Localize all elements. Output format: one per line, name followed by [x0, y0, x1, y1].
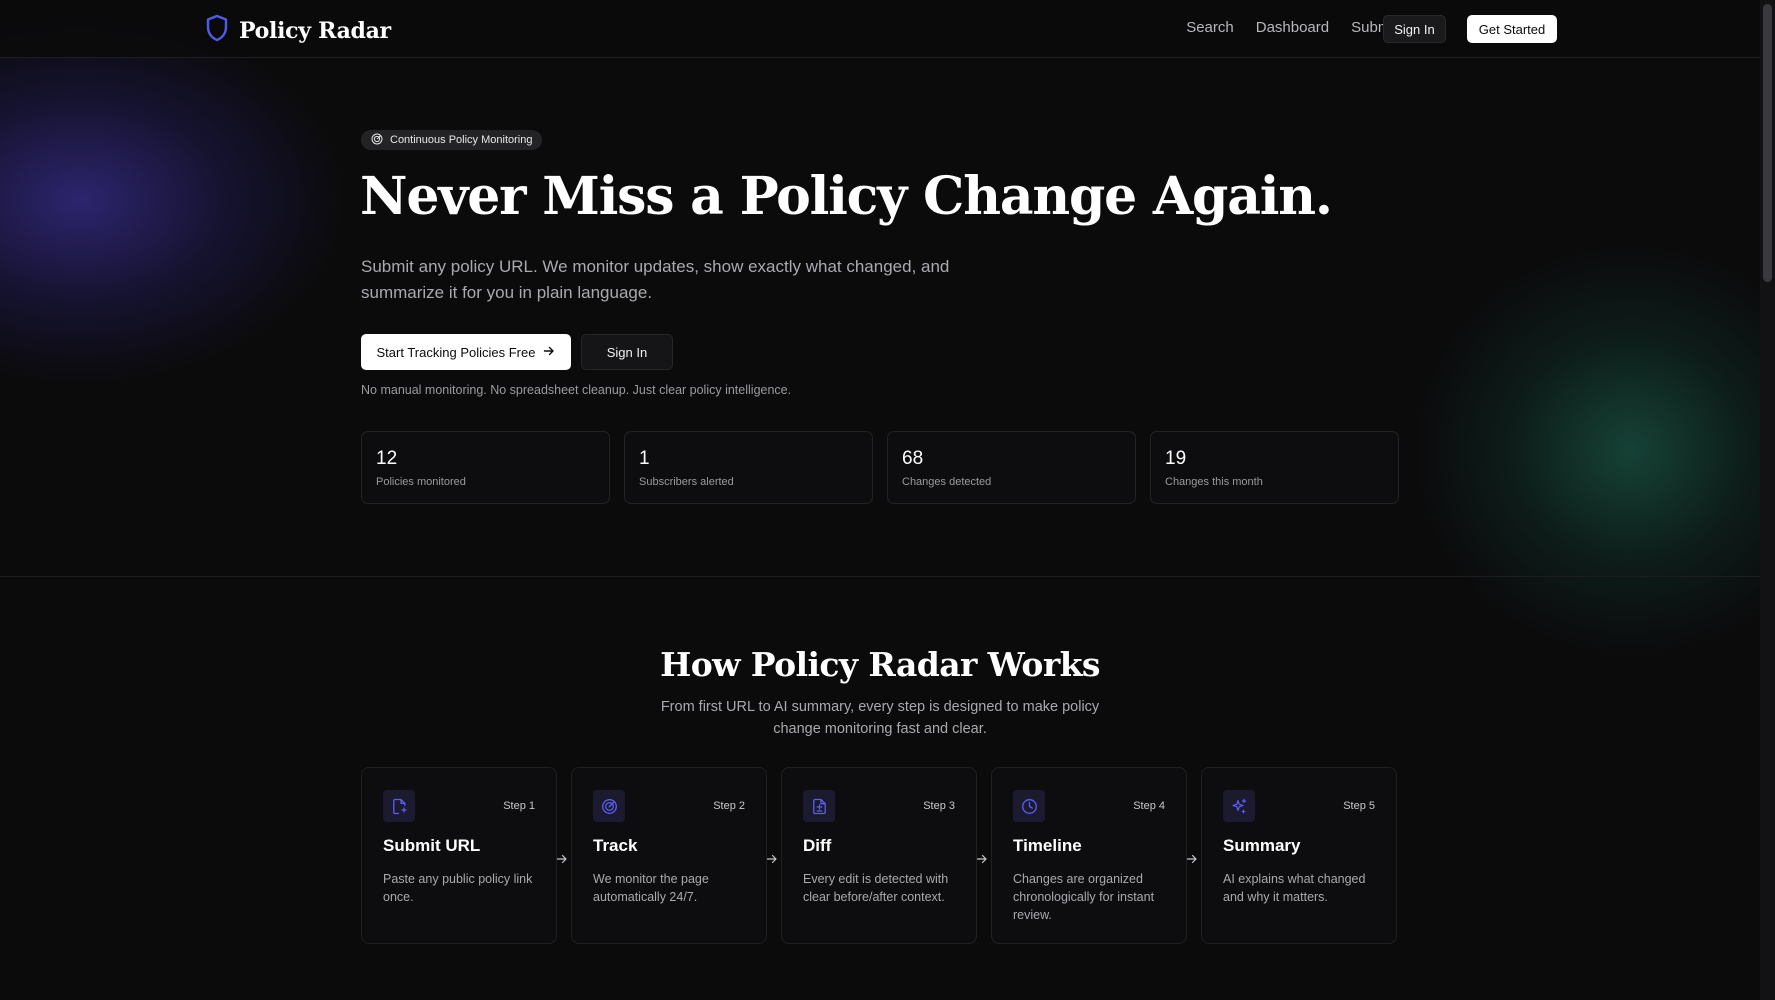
shield-icon — [205, 14, 229, 47]
brand-logo[interactable]: Policy Radar — [205, 14, 391, 47]
step-description: Every edit is detected with clear before… — [803, 872, 949, 904]
arrow-right-icon — [766, 852, 778, 864]
step-number: Step 4 — [1133, 800, 1165, 812]
page: Policy Radar Search Dashboard Submit Pol… — [0, 0, 1760, 1000]
header-get-started-button[interactable]: Get Started — [1467, 15, 1557, 43]
step-card-diff: Step 3 Diff Every edit is detected with … — [781, 767, 987, 944]
step-title: Submit URL — [383, 836, 481, 855]
clock-icon — [1013, 790, 1045, 822]
hero-title: Never Miss a Policy Change Again. — [360, 166, 1333, 227]
stat-label: Subscribers alerted — [639, 476, 734, 488]
arrow-right-icon — [543, 345, 555, 360]
arrow-right-icon — [556, 852, 568, 864]
arrow-right-icon — [1186, 852, 1198, 864]
hero-badge-label: Continuous Policy Monitoring — [390, 134, 533, 146]
stat-label: Changes detected — [902, 476, 992, 488]
background-glow-green — [1420, 250, 1760, 650]
arrow-right-icon — [976, 852, 988, 864]
stat-card: 68 Changes detected — [887, 431, 1136, 504]
step-number: Step 1 — [503, 800, 535, 812]
step-description: AI explains what changed and why it matt… — [1223, 872, 1366, 904]
how-it-works-subtitle: From first URL to AI summary, every step… — [660, 699, 1100, 737]
step-description: Paste any public policy link once. — [383, 872, 533, 904]
step-card-summary: Step 5 Summary AI explains what changed … — [1201, 767, 1397, 944]
hero-note: No manual monitoring. No spreadsheet cle… — [361, 383, 792, 397]
stat-card: 12 Policies monitored — [361, 431, 610, 504]
page-scrollbar[interactable] — [1760, 0, 1775, 1000]
stat-value: 12 — [376, 448, 398, 469]
step-card-timeline: Step 4 Timeline Changes are organized ch… — [991, 767, 1197, 944]
section-divider — [0, 576, 1760, 577]
step-card-track: Step 2 Track We monitor the page automat… — [571, 767, 777, 944]
stat-card: 19 Changes this month — [1150, 431, 1399, 504]
hero-badge: Continuous Policy Monitoring — [361, 130, 543, 150]
step-title: Timeline — [1013, 836, 1082, 855]
step-title: Track — [593, 836, 638, 855]
stat-card: 1 Subscribers alerted — [624, 431, 873, 504]
hero-subtitle: Submit any policy URL. We monitor update… — [361, 257, 950, 302]
header-sign-in-button[interactable]: Sign In — [1383, 15, 1446, 43]
step-number: Step 5 — [1343, 800, 1375, 812]
step-description: We monitor the page automatically 24/7. — [593, 872, 709, 904]
step-number: Step 3 — [923, 800, 955, 812]
stat-label: Policies monitored — [376, 476, 466, 488]
radar-icon — [371, 133, 383, 148]
how-it-works-title: How Policy Radar Works — [660, 645, 1100, 684]
sparkles-icon — [1223, 790, 1255, 822]
hero-sign-in-button[interactable]: Sign In — [581, 334, 673, 370]
stat-value: 19 — [1165, 448, 1187, 469]
nav-link-search[interactable]: Search — [1186, 19, 1234, 36]
start-tracking-label: Start Tracking Policies Free — [376, 344, 536, 360]
background-glow-purple — [0, 20, 340, 380]
step-title: Diff — [803, 836, 832, 855]
start-tracking-button[interactable]: Start Tracking Policies Free — [361, 334, 571, 370]
nav-link-dashboard[interactable]: Dashboard — [1256, 19, 1329, 36]
stat-label: Changes this month — [1165, 476, 1263, 488]
brand-name: Policy Radar — [239, 17, 391, 44]
step-card-submit-url: Step 1 Submit URL Paste any public polic… — [361, 767, 567, 944]
step-description: Changes are organized chronologically fo… — [1013, 872, 1155, 922]
file-link-icon — [383, 790, 415, 822]
stat-value: 68 — [902, 448, 924, 469]
stat-value: 1 — [639, 448, 650, 469]
top-header: Policy Radar Search Dashboard Submit Pol… — [0, 0, 1760, 58]
step-title: Summary — [1223, 836, 1301, 855]
scrollbar-thumb[interactable] — [1763, 4, 1772, 282]
file-diff-icon — [803, 790, 835, 822]
radar-icon — [593, 790, 625, 822]
stats-row: 12 Policies monitored 1 Subscribers aler… — [361, 431, 1399, 504]
steps-row: Step 1 Submit URL Paste any public polic… — [361, 767, 1397, 944]
step-number: Step 2 — [713, 800, 745, 812]
